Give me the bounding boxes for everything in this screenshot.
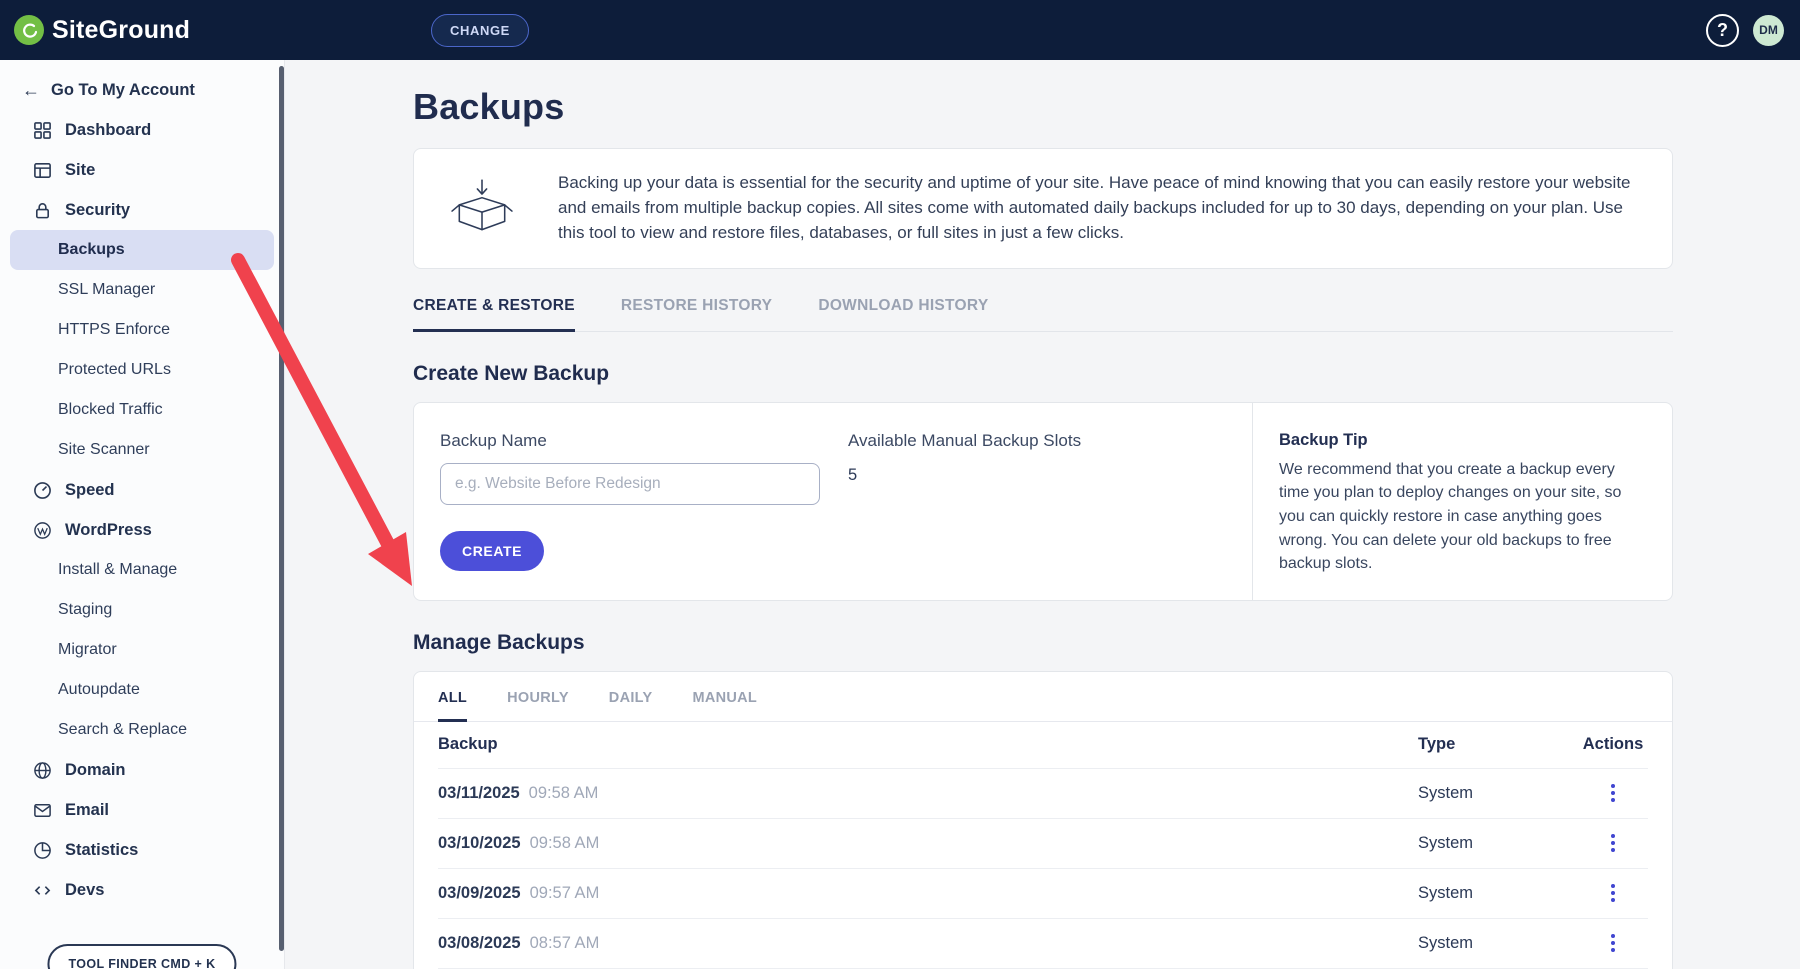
backup-name-label: Backup Name bbox=[440, 431, 848, 451]
column-header-actions: Actions bbox=[1578, 735, 1648, 754]
sidebar-item-devs[interactable]: Devs bbox=[10, 870, 274, 910]
row-actions-kebab-icon[interactable] bbox=[1599, 879, 1627, 907]
backup-name-input[interactable] bbox=[440, 463, 820, 505]
filter-tab-manual[interactable]: MANUAL bbox=[692, 690, 757, 721]
sidebar-item-domain[interactable]: Domain bbox=[10, 750, 274, 790]
avatar[interactable]: DM bbox=[1753, 15, 1784, 46]
sidebar-item-install-manage[interactable]: Install & Manage bbox=[10, 550, 274, 590]
email-icon bbox=[32, 800, 52, 820]
slots-column: Available Manual Backup Slots 5 bbox=[848, 431, 1081, 574]
sidebar-item-go-to-my-account[interactable]: ← Go To My Account bbox=[0, 70, 284, 110]
sidebar-item-backups[interactable]: Backups bbox=[10, 230, 274, 270]
manage-backups-card: ALL HOURLY DAILY MANUAL Backup Type Acti… bbox=[413, 671, 1673, 969]
backup-date: 03/09/2025 bbox=[438, 884, 521, 903]
brand-name: SiteGround bbox=[52, 16, 190, 45]
backup-type: System bbox=[1418, 934, 1578, 953]
backup-time: 08:57 AM bbox=[530, 934, 600, 953]
sidebar-item-search-replace[interactable]: Search & Replace bbox=[10, 710, 274, 750]
security-icon bbox=[32, 200, 52, 220]
sidebar-item-migrator[interactable]: Migrator bbox=[10, 630, 274, 670]
backup-time: 09:58 AM bbox=[530, 834, 600, 853]
sidebar-item-site-scanner[interactable]: Site Scanner bbox=[10, 430, 274, 470]
filter-tab-daily[interactable]: DAILY bbox=[609, 690, 653, 721]
table-header: Backup Type Actions bbox=[438, 722, 1648, 768]
slots-value: 5 bbox=[848, 466, 1081, 485]
siteground-logo-icon bbox=[14, 15, 44, 45]
row-actions-kebab-icon[interactable] bbox=[1599, 829, 1627, 857]
table-row: 03/10/2025 09:58 AM System bbox=[438, 818, 1648, 868]
column-header-backup: Backup bbox=[438, 735, 1418, 754]
backup-date: 03/10/2025 bbox=[438, 834, 521, 853]
backup-box-icon bbox=[444, 178, 520, 238]
backup-type: System bbox=[1418, 784, 1578, 803]
sidebar-item-security[interactable]: Security bbox=[10, 190, 274, 230]
backup-time: 09:58 AM bbox=[529, 784, 599, 803]
main-content: Backups Backing up your data is essentia… bbox=[286, 60, 1800, 969]
sidebar-item-https-enforce[interactable]: HTTPS Enforce bbox=[10, 310, 274, 350]
intro-card: Backing up your data is essential for th… bbox=[413, 148, 1673, 269]
backup-type: System bbox=[1418, 884, 1578, 903]
help-icon[interactable]: ? bbox=[1706, 14, 1739, 47]
manage-backups-heading: Manage Backups bbox=[413, 631, 1673, 655]
sidebar-item-wordpress[interactable]: WordPress bbox=[10, 510, 274, 550]
create-form: Backup Name CREATE bbox=[440, 431, 848, 574]
create-button[interactable]: CREATE bbox=[440, 531, 544, 571]
backup-date: 03/11/2025 bbox=[438, 784, 520, 803]
page-title: Backups bbox=[413, 86, 1673, 128]
topbar: SiteGround CHANGE ? DM bbox=[0, 0, 1800, 60]
backup-filter-tabs: ALL HOURLY DAILY MANUAL bbox=[414, 672, 1672, 722]
table-row: 03/08/2025 08:57 AM System bbox=[438, 918, 1648, 968]
create-backup-card: Backup Name CREATE Available Manual Back… bbox=[413, 402, 1673, 601]
backups-table: Backup Type Actions 03/11/2025 09:58 AM … bbox=[414, 722, 1672, 969]
row-actions-kebab-icon[interactable] bbox=[1599, 929, 1627, 957]
column-header-type: Type bbox=[1418, 735, 1578, 754]
create-left: Backup Name CREATE Available Manual Back… bbox=[414, 403, 1252, 600]
filter-tab-hourly[interactable]: HOURLY bbox=[507, 690, 569, 721]
devs-icon bbox=[32, 880, 52, 900]
sidebar-item-ssl-manager[interactable]: SSL Manager bbox=[10, 270, 274, 310]
table-row: 03/09/2025 09:57 AM System bbox=[438, 868, 1648, 918]
tool-finder-button[interactable]: TOOL FINDER CMD + K bbox=[47, 944, 236, 969]
sidebar-item-speed[interactable]: Speed bbox=[10, 470, 274, 510]
main-tabs: CREATE & RESTORE RESTORE HISTORY DOWNLOA… bbox=[413, 297, 1673, 332]
backup-tip-panel: Backup Tip We recommend that you create … bbox=[1252, 403, 1672, 600]
change-site-button[interactable]: CHANGE bbox=[431, 14, 529, 47]
tab-create-restore[interactable]: CREATE & RESTORE bbox=[413, 297, 575, 332]
backup-date: 03/08/2025 bbox=[438, 934, 521, 953]
sidebar-item-staging[interactable]: Staging bbox=[10, 590, 274, 630]
sidebar-item-statistics[interactable]: Statistics bbox=[10, 830, 274, 870]
sidebar-item-site[interactable]: Site bbox=[10, 150, 274, 190]
site-icon bbox=[32, 160, 52, 180]
domain-icon bbox=[32, 760, 52, 780]
table-row: 03/11/2025 09:58 AM System bbox=[438, 768, 1648, 818]
filter-tab-all[interactable]: ALL bbox=[438, 690, 467, 722]
sidebar-scrollbar-thumb[interactable] bbox=[279, 66, 284, 951]
backup-tip-title: Backup Tip bbox=[1279, 431, 1642, 450]
topbar-right: ? DM bbox=[1706, 0, 1784, 60]
wordpress-icon bbox=[32, 520, 52, 540]
sidebar: ← Go To My Account Dashboard Site Securi… bbox=[0, 60, 285, 969]
backup-tip-text: We recommend that you create a backup ev… bbox=[1279, 458, 1642, 576]
siteground-logo[interactable]: SiteGround bbox=[0, 15, 190, 45]
backup-time: 09:57 AM bbox=[530, 884, 600, 903]
backup-type: System bbox=[1418, 834, 1578, 853]
table-body: 03/11/2025 09:58 AM System 03/10/2025 09… bbox=[438, 768, 1648, 969]
sidebar-item-autoupdate[interactable]: Autoupdate bbox=[10, 670, 274, 710]
row-actions-kebab-icon[interactable] bbox=[1599, 779, 1627, 807]
intro-text: Backing up your data is essential for th… bbox=[558, 171, 1642, 246]
sidebar-item-email[interactable]: Email bbox=[10, 790, 274, 830]
slots-label: Available Manual Backup Slots bbox=[848, 431, 1081, 451]
statistics-icon bbox=[32, 840, 52, 860]
speed-icon bbox=[32, 480, 52, 500]
tab-download-history[interactable]: DOWNLOAD HISTORY bbox=[818, 297, 988, 331]
sidebar-item-dashboard[interactable]: Dashboard bbox=[10, 110, 274, 150]
back-arrow-icon: ← bbox=[22, 80, 40, 101]
back-label: Go To My Account bbox=[51, 81, 195, 100]
sidebar-item-protected-urls[interactable]: Protected URLs bbox=[10, 350, 274, 390]
tab-restore-history[interactable]: RESTORE HISTORY bbox=[621, 297, 773, 331]
dashboard-icon bbox=[32, 120, 52, 140]
create-new-backup-heading: Create New Backup bbox=[413, 362, 1673, 386]
sidebar-item-blocked-traffic[interactable]: Blocked Traffic bbox=[10, 390, 274, 430]
